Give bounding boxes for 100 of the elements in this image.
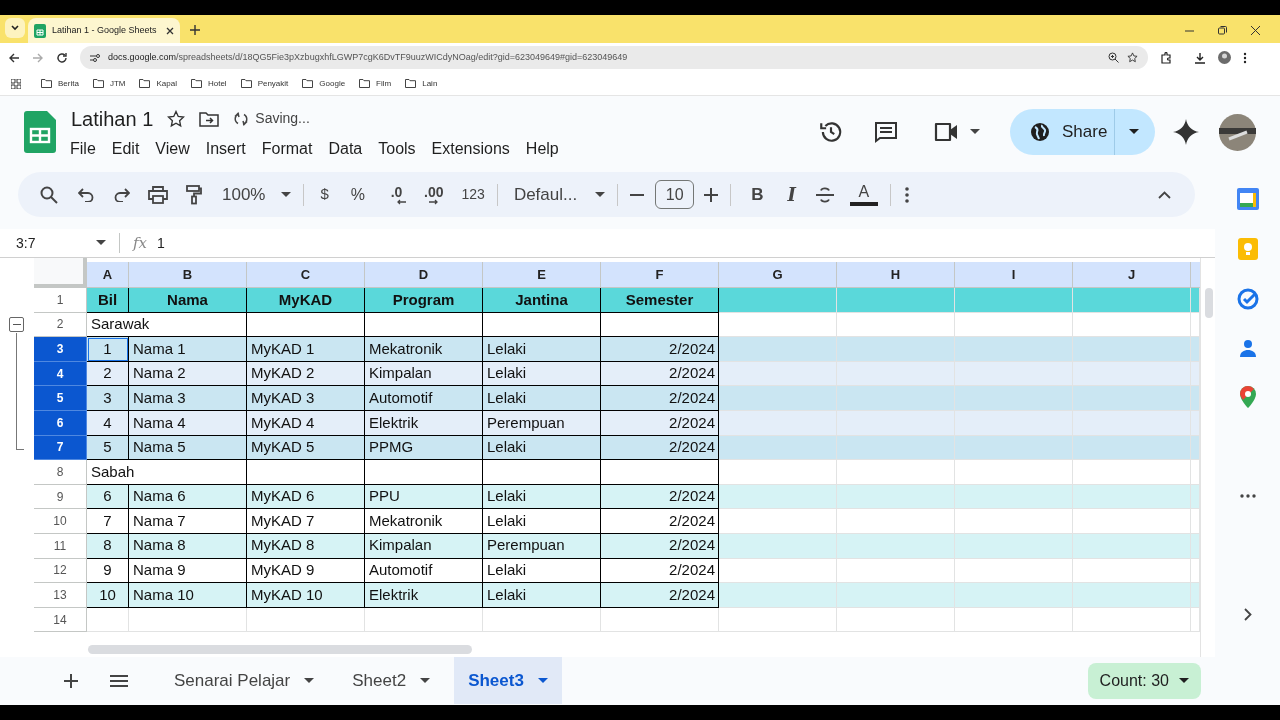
more-icon[interactable] xyxy=(904,186,909,203)
menu-item[interactable]: Edit xyxy=(111,136,140,161)
sheet-tab[interactable]: Sheet3 xyxy=(454,657,562,704)
sheet-tab[interactable]: Sheet2 xyxy=(338,657,445,704)
add-sheet-icon[interactable] xyxy=(64,673,78,688)
row-header[interactable]: 13 xyxy=(34,583,87,608)
browser-tab[interactable]: Latihan 1 - Google Sheets xyxy=(28,18,180,43)
bold-button[interactable]: B xyxy=(751,181,764,208)
sheets-logo[interactable] xyxy=(24,111,56,153)
calendar-icon[interactable] xyxy=(1236,188,1259,210)
bookmark[interactable]: Berita xyxy=(41,77,79,90)
bookmark[interactable]: Google xyxy=(302,77,346,90)
account-avatar[interactable] xyxy=(1219,113,1256,151)
zoom-select[interactable]: 100% xyxy=(222,181,292,208)
menu-item[interactable]: View xyxy=(155,136,190,161)
count-button[interactable]: Count: 30 xyxy=(1087,662,1201,699)
download-icon[interactable] xyxy=(1194,51,1206,64)
number-format-button[interactable]: 123 xyxy=(461,184,485,205)
vertical-scrollbar-thumb[interactable] xyxy=(1205,288,1213,318)
star-icon[interactable] xyxy=(1127,52,1138,63)
decrease-decimal-button[interactable]: .0 xyxy=(387,184,407,205)
new-tab-icon[interactable] xyxy=(190,25,200,35)
column-header[interactable]: D xyxy=(365,262,483,288)
search-icon[interactable] xyxy=(40,185,58,204)
menu-item[interactable]: File xyxy=(70,136,96,161)
row-header[interactable]: 11 xyxy=(34,533,87,559)
tasks-icon[interactable] xyxy=(1236,288,1259,310)
row-header[interactable]: 12 xyxy=(34,558,87,584)
share-button[interactable]: Share xyxy=(1010,109,1155,155)
menu-item[interactable]: Tools xyxy=(378,136,416,161)
caret-icon[interactable] xyxy=(1129,129,1139,135)
bookmark[interactable]: JTM xyxy=(92,77,126,90)
row-header[interactable]: 3 xyxy=(34,337,87,362)
print-icon[interactable] xyxy=(148,185,168,204)
font-select[interactable]: Defaul... xyxy=(513,181,606,208)
percent-format-button[interactable]: % xyxy=(350,182,366,207)
currency-format-button[interactable]: $ xyxy=(320,183,329,206)
move-folder-icon[interactable] xyxy=(199,110,220,127)
column-header[interactable]: H xyxy=(837,262,955,288)
row-header[interactable]: 14 xyxy=(34,607,87,633)
sheet-tab[interactable]: Senarai Pelajar xyxy=(160,657,329,704)
meet-button[interactable] xyxy=(934,122,980,142)
minus-icon[interactable] xyxy=(630,193,645,196)
collapse-toolbar-icon[interactable] xyxy=(1158,190,1171,199)
column-header[interactable]: F xyxy=(601,262,719,288)
bookmark[interactable]: Lain xyxy=(405,77,438,90)
column-header[interactable]: J xyxy=(1073,262,1191,288)
reload-icon[interactable] xyxy=(56,51,68,64)
row-header[interactable]: 6 xyxy=(34,410,87,436)
row-header[interactable]: 1 xyxy=(34,288,87,313)
apps-icon[interactable] xyxy=(11,78,21,89)
close-icon[interactable] xyxy=(1251,26,1260,35)
site-settings-icon[interactable] xyxy=(90,52,100,63)
bookmark[interactable]: Penyakit xyxy=(240,77,289,90)
horizontal-scrollbar-thumb[interactable] xyxy=(88,645,472,654)
comment-icon[interactable] xyxy=(874,120,898,144)
caret-icon[interactable] xyxy=(96,240,106,246)
menu-item[interactable]: Extensions xyxy=(431,136,510,161)
star-icon[interactable] xyxy=(167,109,186,128)
document-title[interactable]: Latihan 1 xyxy=(71,103,154,134)
address-bar[interactable]: docs.google.com/spreadsheets/d/18QG5Fie3pXzbugxhfLGWP7cgK6DvTF9uuzWICdyNOag/edit?gid=623049649#gid=623049649 xyxy=(80,46,1148,69)
expand-panel-icon[interactable] xyxy=(1243,608,1252,621)
row-header[interactable]: 2 xyxy=(34,312,87,338)
italic-button[interactable]: I xyxy=(787,181,796,208)
column-header[interactable]: A xyxy=(87,262,129,288)
restore-icon[interactable] xyxy=(1218,26,1227,35)
menu-item[interactable]: Data xyxy=(328,136,363,161)
row-header[interactable]: 10 xyxy=(34,509,87,534)
back-icon[interactable] xyxy=(8,51,20,64)
column-header[interactable]: I xyxy=(955,262,1073,288)
increase-decimal-button[interactable]: .00 xyxy=(424,184,444,205)
map-pin-icon[interactable] xyxy=(1239,386,1256,408)
name-box[interactable]: 3:7 xyxy=(16,232,96,254)
more-icon[interactable] xyxy=(1243,51,1247,64)
contacts-icon[interactable] xyxy=(1238,338,1257,358)
more-icon[interactable] xyxy=(1239,494,1256,498)
column-header[interactable]: B xyxy=(129,262,247,288)
sparkle-icon[interactable] xyxy=(1173,119,1199,145)
collapse-group-button[interactable] xyxy=(9,317,24,332)
formula-field[interactable]: 1 xyxy=(157,232,1215,254)
bookmark[interactable]: Film xyxy=(359,77,392,90)
font-size-field[interactable]: 10 xyxy=(655,180,695,209)
bookmark[interactable]: Kapal xyxy=(139,77,177,90)
row-header[interactable]: 5 xyxy=(34,386,87,411)
profile-avatar[interactable] xyxy=(1218,51,1231,64)
column-header[interactable]: E xyxy=(483,262,601,288)
extensions-icon[interactable] xyxy=(1160,51,1172,64)
menu-icon[interactable] xyxy=(110,674,128,687)
bookmark[interactable]: Hotel xyxy=(190,77,227,90)
row-header[interactable]: 4 xyxy=(34,361,87,387)
undo-icon[interactable] xyxy=(78,187,94,202)
plus-icon[interactable] xyxy=(704,187,719,202)
strikethrough-icon[interactable] xyxy=(815,186,834,203)
tab-list-button[interactable] xyxy=(5,18,25,38)
column-header[interactable]: C xyxy=(247,262,365,288)
paint-format-icon[interactable] xyxy=(186,184,202,205)
version-history-icon[interactable] xyxy=(818,119,844,145)
row-header[interactable]: 7 xyxy=(34,435,87,461)
column-header[interactable]: G xyxy=(719,262,837,288)
menu-item[interactable]: Help xyxy=(525,136,559,161)
